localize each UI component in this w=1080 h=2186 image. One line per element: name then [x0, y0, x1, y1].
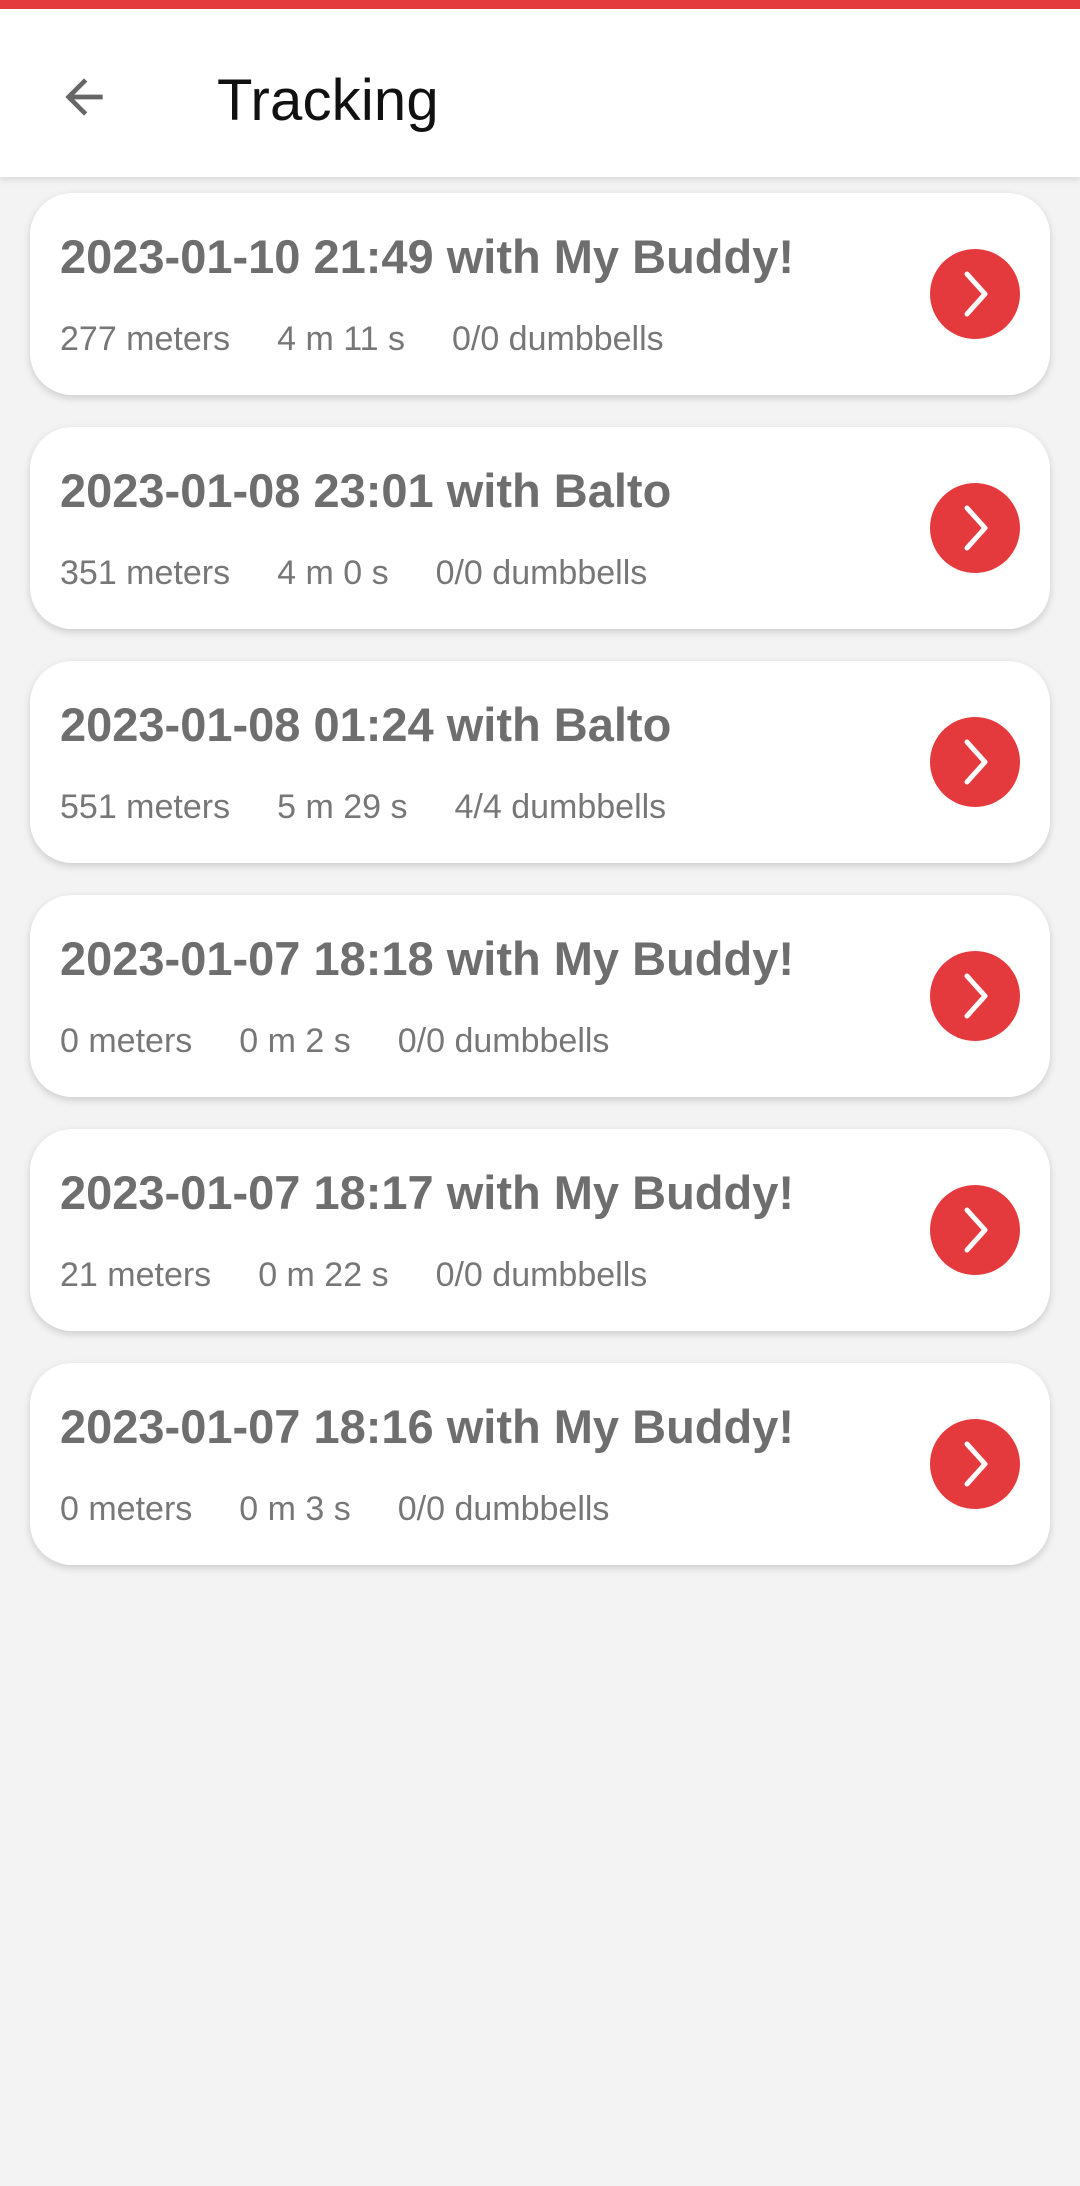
arrow-left-icon	[65, 78, 103, 116]
session-title: 2023-01-07 18:18 with My Buddy!	[60, 932, 794, 985]
session-title: 2023-01-07 18:16 with My Buddy!	[60, 1400, 794, 1453]
open-session-button[interactable]	[930, 1419, 1020, 1509]
session-duration: 0 m 3 s	[239, 1490, 351, 1528]
session-duration: 4 m 0 s	[277, 554, 389, 592]
chevron-right-icon	[964, 271, 988, 317]
chevron-right-icon	[964, 973, 988, 1019]
session-stats: 0 meters 0 m 3 s 0/0 dumbbells	[60, 1489, 609, 1529]
session-duration: 0 m 2 s	[239, 1022, 351, 1060]
session-stats: 277 meters 4 m 11 s 0/0 dumbbells	[60, 319, 664, 359]
session-distance: 551 meters	[60, 788, 231, 826]
open-session-button[interactable]	[930, 951, 1020, 1041]
session-dumbbells: 4/4 dumbbells	[454, 788, 667, 826]
session-distance: 351 meters	[60, 554, 231, 592]
session-stats: 551 meters 5 m 29 s 4/4 dumbbells	[60, 787, 666, 827]
app-bar: Tracking	[0, 9, 1080, 177]
session-title: 2023-01-10 21:49 with My Buddy!	[60, 230, 794, 283]
open-session-button[interactable]	[930, 483, 1020, 573]
chevron-right-icon	[964, 1207, 988, 1253]
back-button[interactable]	[38, 51, 130, 143]
session-dumbbells: 0/0 dumbbells	[397, 1490, 610, 1528]
session-card[interactable]: 2023-01-07 18:17 with My Buddy! 21 meter…	[30, 1129, 1050, 1331]
session-title: 2023-01-08 23:01 with Balto	[60, 464, 672, 517]
open-session-button[interactable]	[930, 1185, 1020, 1275]
open-session-button[interactable]	[930, 717, 1020, 807]
session-list: 2023-01-10 21:49 with My Buddy! 277 mete…	[30, 193, 1050, 1597]
chevron-right-icon	[964, 505, 988, 551]
session-dumbbells: 0/0 dumbbells	[451, 320, 664, 358]
chevron-right-icon	[964, 739, 988, 785]
session-distance: 21 meters	[60, 1256, 212, 1294]
session-duration: 4 m 11 s	[277, 320, 405, 358]
status-bar-strip	[0, 0, 1080, 9]
session-card[interactable]: 2023-01-10 21:49 with My Buddy! 277 mete…	[30, 193, 1050, 395]
session-card[interactable]: 2023-01-08 23:01 with Balto 351 meters 4…	[30, 427, 1050, 629]
session-card[interactable]: 2023-01-07 18:18 with My Buddy! 0 meters…	[30, 895, 1050, 1097]
session-duration: 5 m 29 s	[277, 788, 408, 826]
session-dumbbells: 0/0 dumbbells	[397, 1022, 610, 1060]
session-title: 2023-01-08 01:24 with Balto	[60, 698, 672, 751]
session-stats: 0 meters 0 m 2 s 0/0 dumbbells	[60, 1021, 609, 1061]
chevron-right-icon	[964, 1441, 988, 1487]
session-card[interactable]: 2023-01-07 18:16 with My Buddy! 0 meters…	[30, 1363, 1050, 1565]
session-card[interactable]: 2023-01-08 01:24 with Balto 551 meters 5…	[30, 661, 1050, 863]
session-distance: 0 meters	[60, 1490, 193, 1528]
session-duration: 0 m 22 s	[258, 1256, 389, 1294]
session-dumbbells: 0/0 dumbbells	[435, 1256, 648, 1294]
session-title: 2023-01-07 18:17 with My Buddy!	[60, 1166, 794, 1219]
session-dumbbells: 0/0 dumbbells	[435, 554, 648, 592]
session-distance: 0 meters	[60, 1022, 193, 1060]
page-title: Tracking	[217, 68, 439, 133]
session-distance: 277 meters	[60, 320, 231, 358]
open-session-button[interactable]	[930, 249, 1020, 339]
session-stats: 351 meters 4 m 0 s 0/0 dumbbells	[60, 553, 647, 593]
session-stats: 21 meters 0 m 22 s 0/0 dumbbells	[60, 1255, 647, 1295]
